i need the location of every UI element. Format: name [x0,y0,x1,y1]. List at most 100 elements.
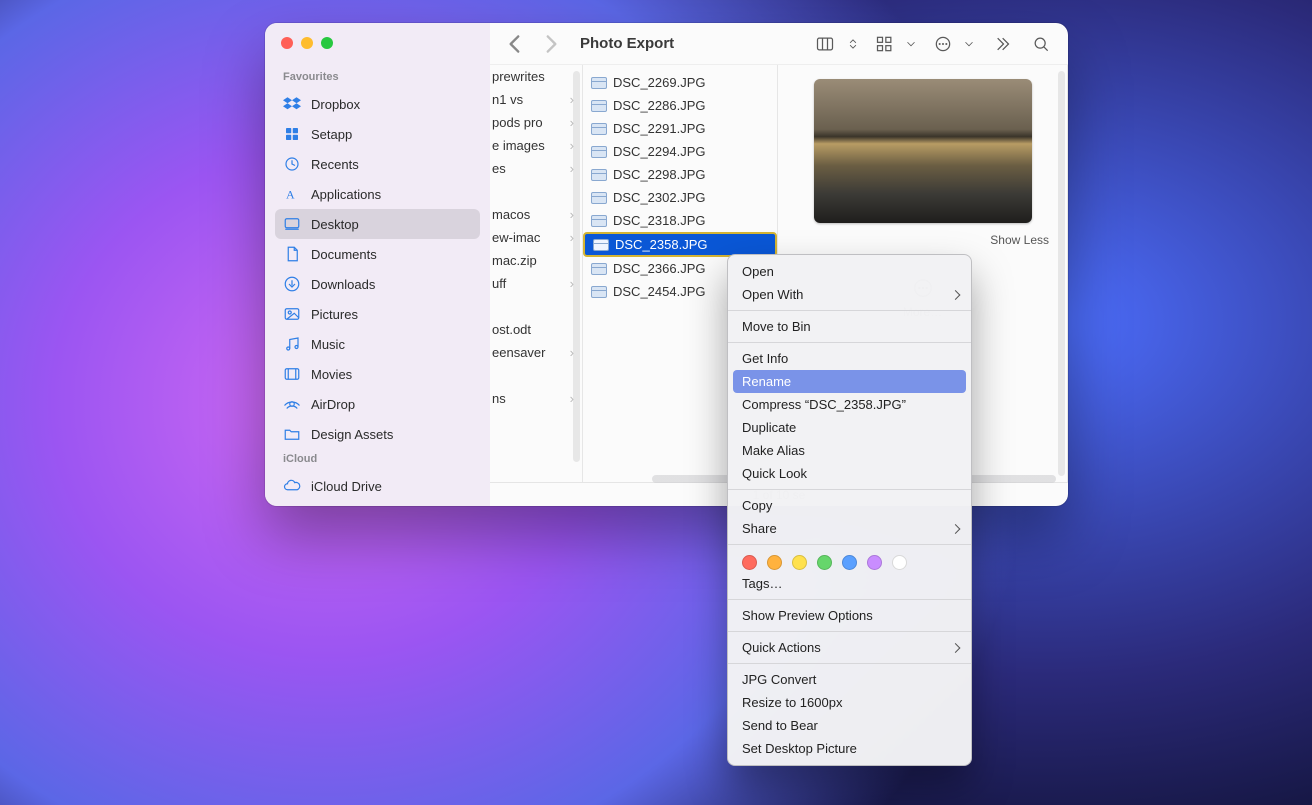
menu-item-tags[interactable]: Tags… [728,572,971,595]
overflow-button[interactable] [986,30,1016,58]
menu-item-quick-actions[interactable]: Quick Actions [728,636,971,659]
sidebar-item-dropbox[interactable]: Dropbox [275,89,480,119]
show-less-button[interactable]: Show Less [796,233,1049,247]
file-name: DSC_2294.JPG [613,144,706,159]
tag-dot-p[interactable] [867,555,882,570]
music-icon [283,335,301,353]
menu-item-open[interactable]: Open [728,260,971,283]
sidebar-item-recents[interactable]: Recents [275,149,480,179]
jpg-file-icon [591,77,607,89]
preview-thumbnail[interactable] [814,79,1032,223]
close-button[interactable] [281,37,293,49]
tag-dot-g[interactable] [817,555,832,570]
file-row[interactable]: DSC_2298.JPG [583,163,777,186]
column-1[interactable]: prewritesn1 vs›pods pro›e images›es› maco… [490,65,583,482]
menu-item-compress-dsc-2358-jpg[interactable]: Compress “DSC_2358.JPG” [728,393,971,416]
item-label: mac.zip [492,253,537,268]
list-item[interactable] [490,364,582,387]
file-row[interactable]: DSC_2318.JPG [583,209,777,232]
menu-divider [728,544,971,545]
chevron-down-icon[interactable] [962,30,976,58]
menu-item-rename[interactable]: Rename [733,370,966,393]
menu-item-get-info[interactable]: Get Info [728,347,971,370]
movies-icon [283,365,301,383]
list-item[interactable]: e images› [490,134,582,157]
list-item[interactable]: ns› [490,387,582,410]
menu-item-send-to-bear[interactable]: Send to Bear [728,714,971,737]
menu-item-open-with[interactable]: Open With [728,283,971,306]
tag-dot-y[interactable] [792,555,807,570]
group-by-button[interactable] [870,30,900,58]
tag-dot-r[interactable] [742,555,757,570]
file-name: DSC_2291.JPG [613,121,706,136]
menu-item-copy[interactable]: Copy [728,494,971,517]
list-item[interactable] [490,180,582,203]
menu-item-resize-to-1600px[interactable]: Resize to 1600px [728,691,971,714]
file-row[interactable]: DSC_2269.JPG [583,71,777,94]
context-menu[interactable]: OpenOpen WithMove to BinGet InfoRenameCo… [727,254,972,766]
menu-item-make-alias[interactable]: Make Alias [728,439,971,462]
tag-dot-b[interactable] [842,555,857,570]
folder-icon [283,425,301,443]
list-item[interactable]: ost.odt [490,318,582,341]
tag-dot-n[interactable] [892,555,907,570]
sidebar-item-airdrop[interactable]: AirDrop [275,389,480,419]
view-updown-icon[interactable] [846,30,860,58]
list-item[interactable]: prewrites [490,65,582,88]
list-item[interactable]: mac.zip [490,249,582,272]
finder-toolbar: Photo Export [490,23,1068,65]
sidebar-item-documents[interactable]: Documents [275,239,480,269]
search-button[interactable] [1026,30,1056,58]
view-columns-button[interactable] [810,30,840,58]
file-row[interactable]: DSC_2302.JPG [583,186,777,209]
list-item[interactable]: eensaver› [490,341,582,364]
scrollbar[interactable] [573,71,580,462]
item-label: eensaver [492,345,545,360]
scrollbar[interactable] [1058,71,1065,476]
action-menu-button[interactable] [928,30,958,58]
list-item[interactable]: es› [490,157,582,180]
sidebar-item-setapp[interactable]: Setapp [275,119,480,149]
sidebar-item-movies[interactable]: Movies [275,359,480,389]
file-row[interactable]: DSC_2291.JPG [583,117,777,140]
item-label: uff [492,276,506,291]
jpg-file-icon [593,239,609,251]
nav-forward-button[interactable] [538,31,564,57]
fullscreen-button[interactable] [321,37,333,49]
list-item[interactable]: ew-imac› [490,226,582,249]
sidebar-item-design-assets[interactable]: Design Assets [275,419,480,449]
list-item[interactable]: uff› [490,272,582,295]
minimize-button[interactable] [301,37,313,49]
sidebar-item-music[interactable]: Music [275,329,480,359]
file-row[interactable]: DSC_2294.JPG [583,140,777,163]
menu-item-label: Make Alias [742,443,805,458]
setapp-icon [283,125,301,143]
file-row[interactable]: DSC_2286.JPG [583,94,777,117]
tag-dot-o[interactable] [767,555,782,570]
list-item[interactable]: pods pro› [490,111,582,134]
menu-item-duplicate[interactable]: Duplicate [728,416,971,439]
menu-divider [728,342,971,343]
item-label: n1 vs [492,92,523,107]
menu-item-label: Resize to 1600px [742,695,842,710]
apps-icon: A [283,185,301,203]
clock-icon [283,155,301,173]
menu-item-share[interactable]: Share [728,517,971,540]
menu-item-label: JPG Convert [742,672,816,687]
menu-item-move-to-bin[interactable]: Move to Bin [728,315,971,338]
menu-item-set-desktop-picture[interactable]: Set Desktop Picture [728,737,971,760]
list-item[interactable]: macos› [490,203,582,226]
menu-item-jpg-convert[interactable]: JPG Convert [728,668,971,691]
sidebar-item-icloud-drive[interactable]: iCloud Drive [275,471,480,501]
nav-back-button[interactable] [502,31,528,57]
sidebar-item-downloads[interactable]: Downloads [275,269,480,299]
sidebar-item-applications[interactable]: AApplications [275,179,480,209]
sidebar-item-desktop[interactable]: Desktop [275,209,480,239]
sidebar-item-pictures[interactable]: Pictures [275,299,480,329]
menu-item-quick-look[interactable]: Quick Look [728,462,971,485]
menu-item-show-preview-options[interactable]: Show Preview Options [728,604,971,627]
item-label: e images [492,138,545,153]
list-item[interactable]: n1 vs› [490,88,582,111]
chevron-down-icon[interactable] [904,30,918,58]
list-item[interactable] [490,295,582,318]
